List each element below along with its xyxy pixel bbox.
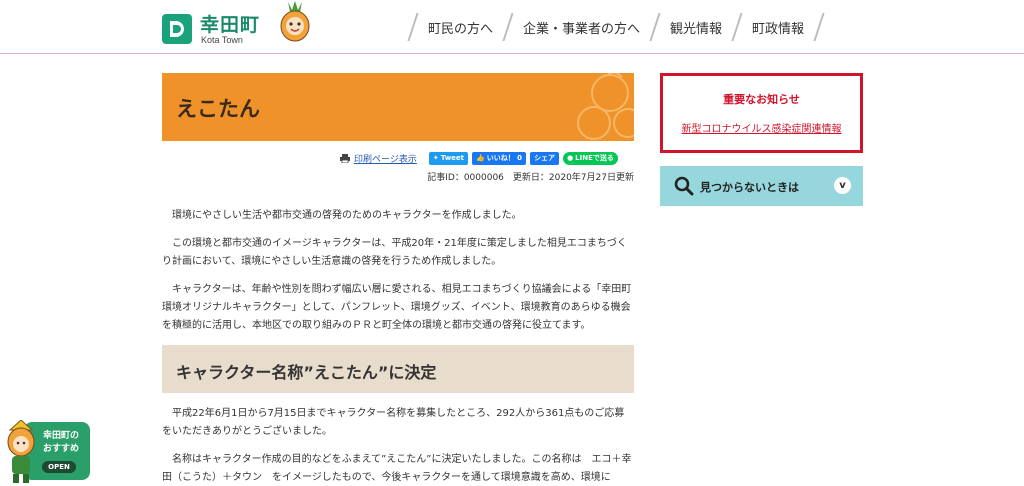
search-icon [674, 176, 694, 196]
twitter-bird-icon: ✦ [432, 154, 439, 162]
chevron-down-icon: v [834, 177, 851, 194]
paragraph: 環境にやさしい生活や都市交通の啓発のためのキャラクターを作成しました。 [172, 210, 522, 221]
nav-divider [502, 13, 514, 41]
covid-info-link[interactable]: 新型コロナウイルス感染症関連情報 [663, 120, 860, 135]
recommend-label: 幸田町の おすすめ [38, 430, 84, 456]
section-heading-band: キャラクター名称”えこたん”に決定 [162, 345, 634, 393]
line-share-button[interactable]: ● LINEで送る [563, 151, 618, 165]
nav-item-tourism[interactable]: 観光情報 [670, 18, 722, 37]
tweet-label: Tweet [440, 154, 465, 162]
mascot-icon [7, 420, 35, 483]
nav-divider [407, 13, 419, 41]
section-heading: キャラクター名称”えこたん”に決定 [176, 363, 437, 382]
site-logo[interactable]: 幸田町 Kota Town [162, 10, 272, 46]
facebook-share-button[interactable]: シェア [530, 151, 560, 165]
tweet-button[interactable]: ✦ Tweet [428, 151, 469, 165]
print-control[interactable]: 印刷ページ表示 [340, 152, 417, 165]
nav-item-government[interactable]: 町政情報 [752, 18, 804, 37]
main-nav: 町民の方へ 企業・事業者の方へ 観光情報 町政情報 [398, 12, 834, 42]
recommend-line-1: 幸田町の [42, 431, 79, 441]
important-notice-box: 重要なお知らせ 新型コロナウイルス感染症関連情報 [660, 73, 863, 153]
facebook-like-button[interactable]: 👍 いいね！ 0 [472, 151, 527, 165]
paragraph: 平成22年6月1日から7月15日までキャラクター名称を募集したところ、292人か… [162, 408, 625, 437]
paragraph: この環境と都市交通のイメージキャラクターは、平成20年・21年度に策定しました相… [162, 238, 627, 267]
logo-name: 幸田町 [200, 14, 261, 36]
fruit-decoration-icon [577, 73, 634, 140]
nav-divider [813, 13, 825, 41]
mascot-head-icon [280, 1, 310, 42]
line-label: LINEで送る [575, 154, 614, 162]
thumbs-up-icon: 👍 [476, 154, 485, 162]
printer-icon [340, 153, 350, 163]
notice-title: 重要なお知らせ [723, 93, 800, 106]
site-header: 幸田町 Kota Town 町民の方へ 企業・事業者の方へ 観光情報 町政情報 [0, 0, 1024, 54]
paragraph: キャラクターは、年齢や性別を問わず幅広い層に愛される、相見エコまちづくり協議会に… [162, 284, 632, 331]
nav-divider [731, 13, 743, 41]
article-meta: 記事ID：0000006 更新日：2020年7月27日更新 [427, 173, 634, 183]
nav-item-residents[interactable]: 町民の方へ [428, 18, 493, 37]
line-icon: ● [567, 154, 574, 162]
page-title-band: えこたん [162, 73, 634, 141]
accordion-label: 見つからないときは [700, 181, 799, 194]
recommend-widget[interactable]: 幸田町の おすすめ OPEN [2, 420, 92, 486]
section-body: 平成22年6月1日から7月15日までキャラクター名称を募集したところ、292人か… [162, 405, 634, 486]
nav-divider [649, 13, 661, 41]
nav-item-business[interactable]: 企業・事業者の方へ [523, 18, 640, 37]
like-label: いいね！ 0 [486, 154, 523, 162]
logo-subtitle: Kota Town [201, 35, 243, 45]
logo-mark-icon [162, 14, 192, 44]
print-page-link[interactable]: 印刷ページ表示 [354, 152, 417, 165]
open-button[interactable]: OPEN [42, 461, 76, 473]
page-title: えこたん [176, 97, 260, 121]
recommend-line-2: おすすめ [42, 444, 79, 454]
article-body: 環境にやさしい生活や都市交通の啓発のためのキャラクターを作成しました。 この環境… [162, 207, 634, 335]
article-toolbar: 印刷ページ表示 ✦ Tweet 👍 いいね！ 0 シェア ● LINEで送る [340, 150, 634, 166]
paragraph: 名称はキャラクター作成の目的などをふまえて”えこたん”に決定いたしました。この名… [162, 454, 632, 483]
not-found-accordion[interactable]: 見つからないときは v [660, 166, 863, 206]
